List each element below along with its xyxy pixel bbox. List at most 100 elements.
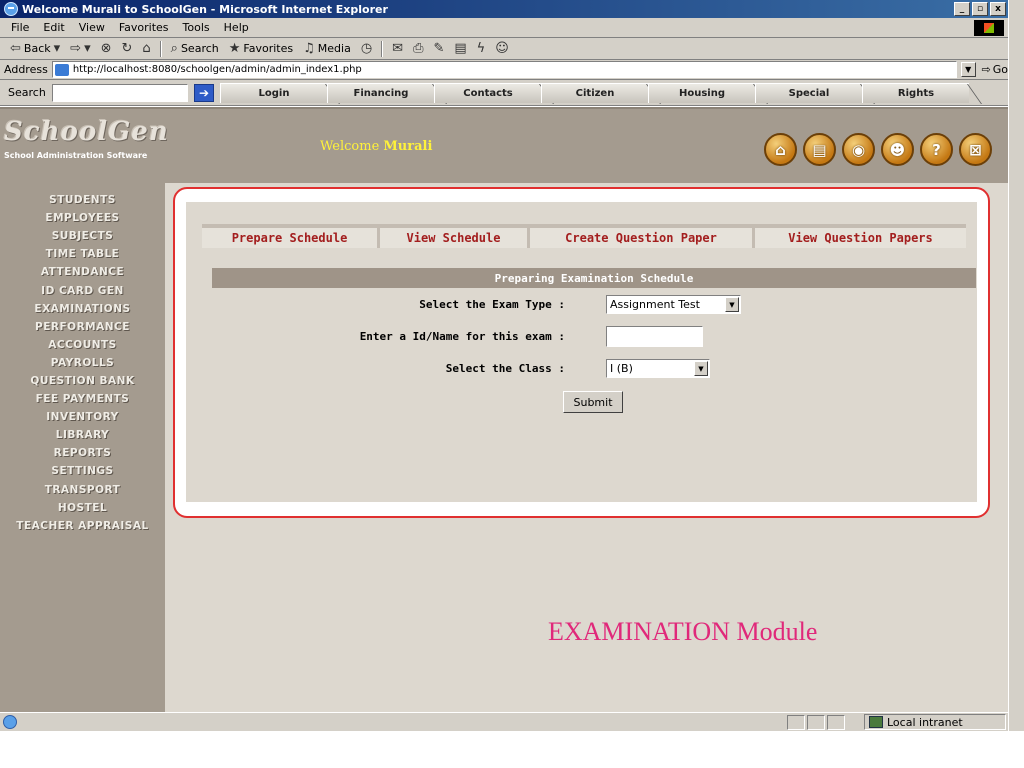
dropdown-arrow-icon: ▾: [84, 41, 91, 56]
home-icon[interactable]: ⌂: [764, 133, 797, 166]
globe-icon[interactable]: ◉: [842, 133, 875, 166]
menu-bar: File Edit View Favorites Tools Help: [0, 18, 1008, 38]
sidebar-item-library[interactable]: LIBRARY: [0, 426, 165, 444]
discuss-button[interactable]: ▤: [450, 39, 470, 59]
tab-view-question-papers[interactable]: View Question Papers: [755, 228, 966, 248]
tab-prepare-schedule[interactable]: Prepare Schedule: [202, 228, 380, 248]
edit-icon: ✎: [433, 41, 445, 56]
status-bar: Local intranet: [0, 712, 1008, 731]
tab-view-schedule[interactable]: View Schedule: [380, 228, 530, 248]
ie-logo-icon: [4, 2, 18, 16]
menu-favorites[interactable]: Favorites: [112, 21, 176, 34]
address-dropdown-button[interactable]: ▼: [960, 62, 976, 77]
forward-button[interactable]: ⇨ ▾: [66, 39, 94, 59]
search-button[interactable]: ⌕ Search: [167, 39, 223, 59]
mail-icon: ✉: [392, 41, 404, 56]
tab-create-question-paper[interactable]: Create Question Paper: [530, 228, 755, 248]
sidebar-item-inventory[interactable]: INVENTORY: [0, 408, 165, 426]
search-go-button[interactable]: ➔: [194, 83, 214, 102]
messenger-button[interactable]: ☺: [491, 39, 513, 59]
menu-edit[interactable]: Edit: [36, 21, 71, 34]
sidebar-item-payrolls[interactable]: PAYROLLS: [0, 354, 165, 372]
sidebar-item-subjects[interactable]: SUBJECTS: [0, 227, 165, 245]
toolbar-separator: [381, 40, 384, 57]
sidebar-item-students[interactable]: STUDENTS: [0, 191, 165, 209]
window-title: Welcome Murali to SchoolGen - Microsoft …: [22, 2, 388, 16]
stop-button[interactable]: ⊗: [97, 39, 116, 59]
magnifier-icon: ⌕: [170, 41, 178, 56]
tab-contacts[interactable]: Contacts: [434, 82, 541, 103]
media-label: Media: [317, 42, 351, 55]
sidebar-item-transport[interactable]: TRANSPORT: [0, 481, 165, 499]
forward-arrow-icon: ⇨: [70, 41, 82, 56]
tab-rights[interactable]: Rights: [862, 82, 969, 103]
refresh-button[interactable]: ↻: [118, 39, 137, 59]
window-titlebar: Welcome Murali to SchoolGen - Microsoft …: [0, 0, 1008, 18]
sidebar-item-hostel[interactable]: HOSTEL: [0, 499, 165, 517]
lightning-button[interactable]: ϟ: [473, 39, 490, 59]
smiley-icon: ☺: [495, 41, 509, 56]
sidebar-item-reports[interactable]: REPORTS: [0, 444, 165, 462]
app-header: SchoolGen School Administration Software…: [0, 107, 1008, 183]
refresh-icon: ↻: [121, 41, 133, 56]
arrow-right-icon: ➔: [198, 85, 210, 100]
page-content: SchoolGen School Administration Software…: [0, 107, 1008, 712]
address-input[interactable]: http://localhost:8080/schoolgen/admin/ad…: [51, 61, 957, 78]
sidebar-item-settings[interactable]: SETTINGS: [0, 462, 165, 480]
menu-file[interactable]: File: [4, 21, 36, 34]
go-button[interactable]: ⇨ Go: [982, 63, 1008, 76]
zone-label: Local intranet: [887, 715, 963, 729]
status-cell: [787, 714, 805, 730]
close-icon[interactable]: ⊠: [959, 133, 992, 166]
tab-citizen[interactable]: Citizen: [541, 82, 648, 103]
sidebar-item-attendance[interactable]: ATTENDANCE: [0, 263, 165, 281]
exam-id-label: Enter a Id/Name for this exam :: [359, 330, 565, 343]
favorites-button[interactable]: ★ Favorites: [225, 39, 297, 59]
exam-id-input[interactable]: [606, 326, 703, 347]
vertical-scrollbar[interactable]: [1008, 0, 1024, 731]
exam-type-select[interactable]: Assignment Test ▼: [606, 295, 741, 314]
home-button[interactable]: ⌂: [138, 39, 154, 59]
sidebar-item-performance[interactable]: PERFORMANCE: [0, 318, 165, 336]
sidebar-item-question-bank[interactable]: QUESTION BANK: [0, 372, 165, 390]
maximize-button[interactable]: ▫: [972, 2, 988, 16]
sidebar-item-fee-payments[interactable]: FEE PAYMENTS: [0, 390, 165, 408]
class-select[interactable]: I (B) ▼: [606, 359, 710, 378]
edit-button[interactable]: ✎: [429, 39, 448, 59]
tab-housing[interactable]: Housing: [648, 82, 755, 103]
search-input[interactable]: [52, 83, 188, 102]
sidebar-item-examinations[interactable]: EXAMINATIONS: [0, 300, 165, 318]
tab-special[interactable]: Special: [755, 82, 862, 103]
sidebar-item-accounts[interactable]: ACCOUNTS: [0, 336, 165, 354]
page-status-icon: [3, 715, 17, 729]
mail-button[interactable]: ✉: [388, 39, 407, 59]
menu-view[interactable]: View: [72, 21, 112, 34]
app-logo-subtitle: School Administration Software: [4, 151, 148, 160]
tab-login[interactable]: Login: [220, 82, 327, 103]
back-button[interactable]: ⇦ Back ▾: [6, 39, 64, 59]
minimize-button[interactable]: _: [954, 2, 970, 16]
app-logo: SchoolGen: [4, 117, 169, 147]
book-icon[interactable]: ▤: [803, 133, 836, 166]
stop-icon: ⊗: [100, 41, 112, 56]
search-label: Search: [180, 42, 219, 55]
status-cell: [807, 714, 825, 730]
sidebar-item-employees[interactable]: EMPLOYEES: [0, 209, 165, 227]
subtab-row: Prepare Schedule View Schedule Create Qu…: [202, 228, 966, 248]
windows-logo-icon: [974, 20, 1004, 36]
submit-button[interactable]: Submit: [563, 391, 623, 413]
sidebar-item-time-table[interactable]: TIME TABLE: [0, 245, 165, 263]
sidebar-item-id-card-gen[interactable]: ID CARD GEN: [0, 281, 165, 299]
sidebar-item-teacher-appraisal[interactable]: TEACHER APPRAISAL: [0, 517, 165, 535]
help-icon[interactable]: ?: [920, 133, 953, 166]
close-window-button[interactable]: x: [990, 2, 1006, 16]
media-button[interactable]: ♫ Media: [299, 39, 355, 59]
menu-help[interactable]: Help: [217, 21, 256, 34]
history-button[interactable]: ◷: [357, 39, 376, 59]
chevron-down-icon: ▼: [694, 361, 708, 376]
menu-tools[interactable]: Tools: [176, 21, 217, 34]
user-icon[interactable]: ☻: [881, 133, 914, 166]
history-icon: ◷: [360, 41, 373, 56]
print-button[interactable]: ⎙: [409, 39, 427, 59]
tab-financing[interactable]: Financing: [327, 82, 434, 103]
